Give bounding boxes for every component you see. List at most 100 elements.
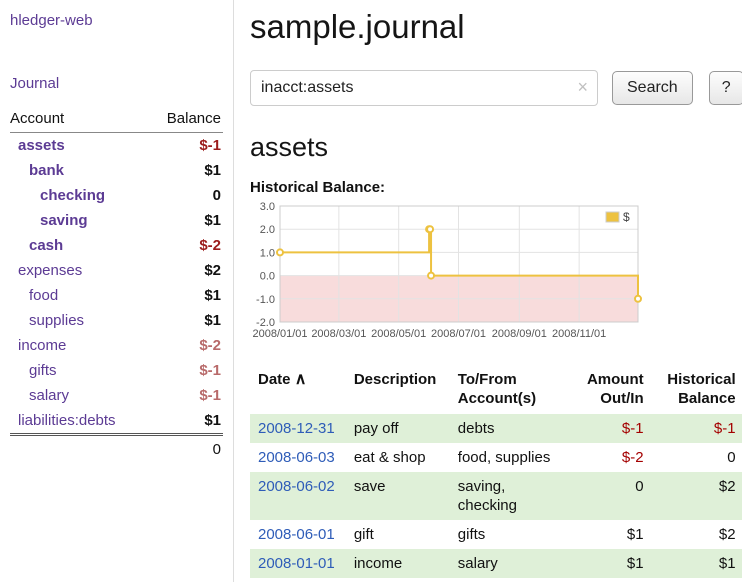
- x-axis-tick-label: 2008/09/01: [492, 328, 547, 340]
- account-row: expenses $2: [10, 258, 223, 283]
- account-balance: $1: [150, 283, 223, 308]
- account-balance: $2: [150, 258, 223, 283]
- accounts-header-account: Account: [10, 108, 150, 133]
- register-header-description: Description: [346, 366, 450, 414]
- register-balance: $2: [652, 472, 742, 520]
- account-row: checking 0: [10, 183, 223, 208]
- register-date-link[interactable]: 2008-12-31: [258, 420, 335, 437]
- register-amount: $-1: [568, 414, 652, 443]
- register-amount: $1: [568, 520, 652, 549]
- search-field-wrap: ×: [250, 70, 598, 106]
- y-axis-tick-label: 1.0: [260, 247, 275, 259]
- register-row: 2008-06-02savesaving, checking0$2: [250, 472, 742, 520]
- x-axis-tick-label: 2008/01/01: [252, 328, 307, 340]
- data-point-marker: [428, 273, 434, 279]
- register-row: 2008-01-01incomesalary$1$1: [250, 549, 742, 578]
- y-axis-tick-label: 3.0: [260, 201, 275, 213]
- register-date-link[interactable]: 2008-01-01: [258, 555, 335, 572]
- date-header-label: Date: [258, 371, 291, 388]
- account-link[interactable]: checking: [40, 187, 105, 204]
- search-input[interactable]: [250, 70, 598, 106]
- accounts-total-row: 0: [10, 435, 223, 463]
- register-balance: $1: [652, 549, 742, 578]
- register-accounts: saving, checking: [450, 472, 568, 520]
- y-axis-tick-label: 2.0: [260, 224, 275, 236]
- register-date-link[interactable]: 2008-06-02: [258, 478, 335, 495]
- register-accounts: food, supplies: [450, 443, 568, 472]
- sidebar: hledger-web Journal Account Balance asse…: [0, 0, 234, 582]
- account-row: cash $-2: [10, 233, 223, 258]
- account-row: supplies$1: [10, 308, 223, 333]
- account-balance: $1: [150, 408, 223, 435]
- account-link[interactable]: supplies: [29, 312, 84, 329]
- account-row: income$-2: [10, 333, 223, 358]
- account-link[interactable]: saving: [40, 212, 88, 229]
- account-row: saving $1: [10, 208, 223, 233]
- nav-journal: Journal: [10, 75, 223, 92]
- register-date-link[interactable]: 2008-06-03: [258, 449, 335, 466]
- account-link[interactable]: salary: [29, 387, 69, 404]
- accounts-header-row: Account Balance: [10, 108, 223, 133]
- register-date-cell: 2008-06-01: [250, 520, 346, 549]
- register-date-link[interactable]: 2008-06-01: [258, 526, 335, 543]
- register-date-cell: 2008-06-03: [250, 443, 346, 472]
- account-link[interactable]: cash: [29, 237, 63, 254]
- register-accounts: debts: [450, 414, 568, 443]
- legend-swatch: [606, 212, 619, 222]
- accounts-header-balance: Balance: [150, 108, 223, 133]
- register-balance: 0: [652, 443, 742, 472]
- account-row: food $1: [10, 283, 223, 308]
- account-balance: $-1: [150, 133, 223, 159]
- account-link[interactable]: bank: [29, 162, 64, 179]
- search-form: × Search ?: [250, 70, 742, 106]
- account-link[interactable]: assets: [18, 137, 65, 154]
- app-window: hledger-web Journal Account Balance asse…: [0, 0, 742, 582]
- account-balance: 0: [150, 183, 223, 208]
- x-axis-tick-label: 2008/07/01: [431, 328, 486, 340]
- accounts-total: 0: [10, 435, 223, 463]
- register-date-cell: 2008-01-01: [250, 549, 346, 578]
- account-row: liabilities:debts $1: [10, 408, 223, 435]
- register-balance: $-1: [652, 414, 742, 443]
- account-balance: $-2: [150, 233, 223, 258]
- help-button[interactable]: ?: [709, 71, 742, 105]
- register-amount: $-2: [568, 443, 652, 472]
- account-balance: $1: [150, 158, 223, 183]
- legend-label: $: [623, 210, 630, 224]
- account-link[interactable]: gifts: [29, 362, 57, 379]
- data-point-marker: [277, 249, 283, 255]
- register-table: Date ∧ Description To/From Account(s) Am…: [250, 366, 742, 578]
- app-title-link[interactable]: hledger-web: [10, 12, 93, 29]
- data-point-marker: [635, 296, 641, 302]
- app-title: hledger-web: [10, 12, 223, 29]
- register-balance: $2: [652, 520, 742, 549]
- account-link[interactable]: food: [29, 287, 58, 304]
- register-description: eat & shop: [346, 443, 450, 472]
- register-row: 2008-06-01 giftgifts$1$2: [250, 520, 742, 549]
- clear-search-icon[interactable]: ×: [577, 77, 588, 97]
- register-header-row: Date ∧ Description To/From Account(s) Am…: [250, 366, 742, 414]
- register-accounts: gifts: [450, 520, 568, 549]
- account-balance: $1: [150, 208, 223, 233]
- chart-title: Historical Balance:: [250, 179, 742, 196]
- register-row: 2008-06-03 eat & shopfood, supplies$-20: [250, 443, 742, 472]
- account-row: assets $-1: [10, 133, 223, 159]
- account-row: salary$-1: [10, 383, 223, 408]
- register-date-cell: 2008-06-02: [250, 472, 346, 520]
- journal-link[interactable]: Journal: [10, 75, 59, 92]
- x-axis-tick-label: 2008/03/01: [311, 328, 366, 340]
- search-button[interactable]: Search: [612, 71, 693, 105]
- register-description: pay off: [346, 414, 450, 443]
- x-axis-tick-label: 2008/11/01: [552, 328, 606, 340]
- account-link[interactable]: expenses: [18, 262, 82, 279]
- account-link[interactable]: income: [18, 337, 66, 354]
- y-axis-tick-label: -1.0: [256, 294, 275, 306]
- register-accounts: salary: [450, 549, 568, 578]
- register-description: gift: [346, 520, 450, 549]
- account-link[interactable]: liabilities:debts: [18, 412, 116, 429]
- register-header-date[interactable]: Date ∧: [250, 366, 346, 414]
- x-axis-tick-label: 2008/05/01: [371, 328, 426, 340]
- account-heading: assets: [250, 132, 742, 163]
- register-date-cell: 2008-12-31: [250, 414, 346, 443]
- register-description: income: [346, 549, 450, 578]
